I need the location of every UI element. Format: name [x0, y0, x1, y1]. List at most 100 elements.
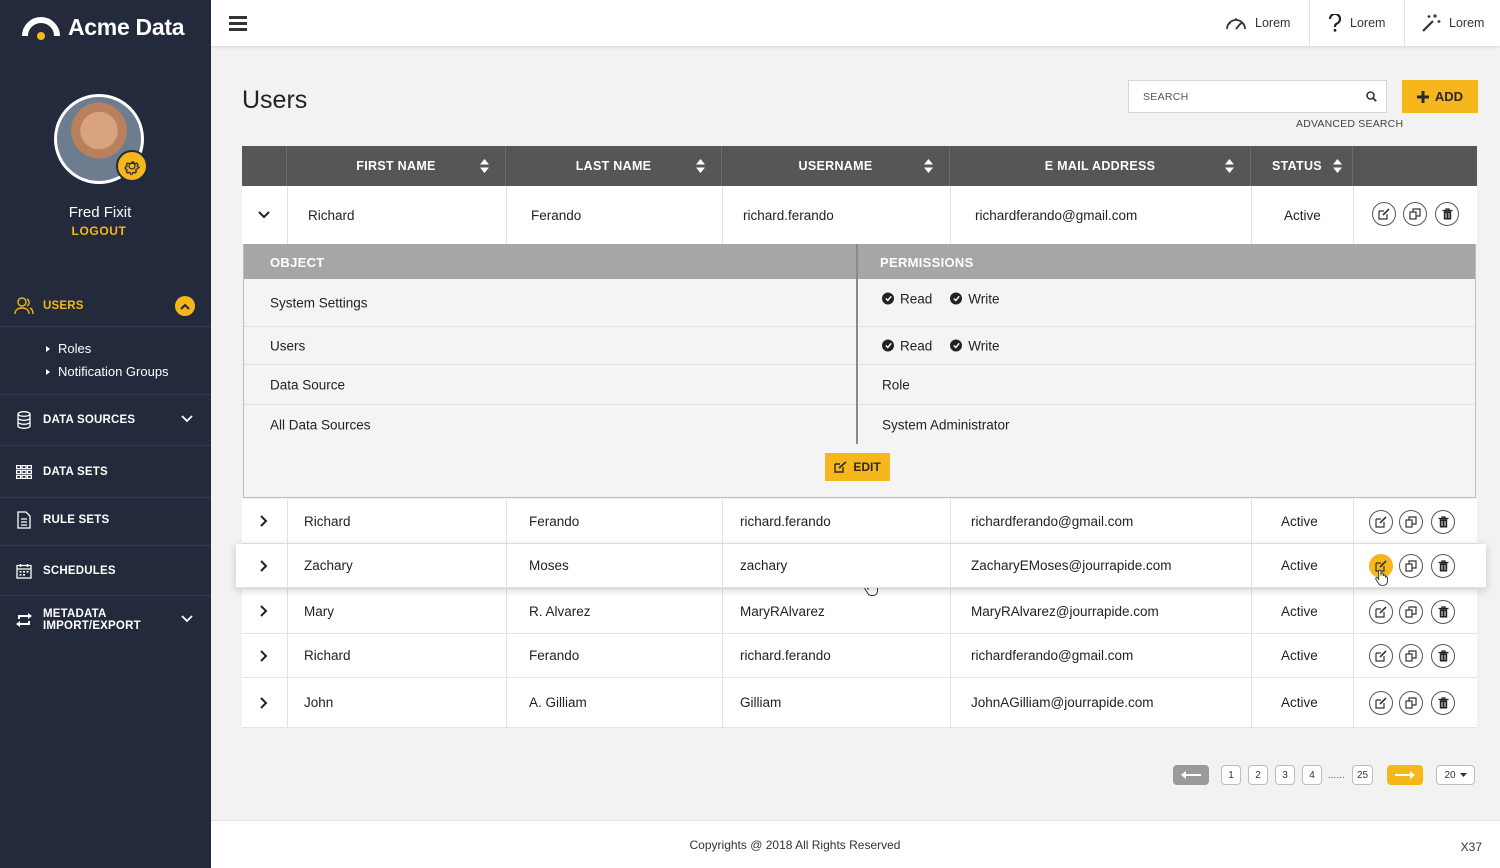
edit-row-button[interactable] [1372, 202, 1396, 226]
page-button[interactable]: 2 [1248, 765, 1268, 785]
cell-username: richard.ferando [740, 648, 831, 663]
search-input[interactable] [1143, 90, 1356, 103]
column-header-email[interactable]: E MAIL ADDRESS [950, 146, 1251, 186]
divider [0, 394, 211, 395]
table-row[interactable]: Richard Ferando richard.ferando richardfera… [242, 634, 1477, 678]
permission-label: Read [900, 338, 933, 353]
table-row-expanded[interactable]: Richard Ferando richard.ferando richardf… [242, 186, 1477, 244]
sidebar-item-data-sets[interactable]: DATA SETS [0, 461, 211, 483]
avatar[interactable] [54, 94, 148, 184]
check-circle-icon [882, 292, 894, 305]
column-header-first-name[interactable]: FIRST NAME [287, 146, 506, 186]
edit-row-button[interactable] [1369, 644, 1393, 668]
sidebar-item-data-sources[interactable]: DATA SOURCES [0, 409, 211, 431]
top-bar: Lorem Lorem Lorem [211, 0, 1500, 46]
table-row[interactable]: Mary R. Alvarez MaryRAlvarez MaryRAlvarez@j… [242, 589, 1477, 634]
add-user-button[interactable]: ADD [1402, 80, 1478, 113]
page-button[interactable]: 4 [1302, 765, 1322, 785]
column-header-last-name[interactable]: LAST NAME [506, 146, 722, 186]
topbar-button-help[interactable]: Lorem [1328, 0, 1385, 46]
advanced-search-link[interactable]: ADVANCED SEARCH [1296, 118, 1403, 130]
sort-icon[interactable] [696, 159, 705, 173]
delete-row-button[interactable] [1431, 644, 1455, 668]
sort-icon[interactable] [1225, 159, 1234, 173]
expand-row-toggle[interactable] [242, 634, 286, 677]
copy-row-button[interactable] [1399, 644, 1423, 668]
cell-username: Gilliam [740, 695, 782, 710]
copy-row-button[interactable] [1399, 599, 1423, 624]
delete-row-button[interactable] [1435, 202, 1459, 226]
column-header-username[interactable]: USERNAME [722, 146, 950, 186]
header-actions-column [1353, 146, 1477, 186]
delete-row-button[interactable] [1431, 554, 1455, 578]
caret-down-icon [1459, 773, 1467, 777]
copy-row-button[interactable] [1399, 509, 1423, 534]
cell-first-name: Richard [304, 648, 351, 663]
next-page-button[interactable] [1387, 765, 1423, 785]
settings-gear-icon[interactable] [116, 150, 148, 182]
table-row[interactable]: John A. Gilliam Gilliam JohnAGilliam@jourra… [242, 678, 1477, 728]
page-button[interactable]: 25 [1352, 765, 1373, 785]
per-page-select[interactable]: 20 [1436, 765, 1475, 785]
permission-row: Data Source Role [244, 365, 1475, 405]
caret-right-icon [46, 345, 50, 352]
app-logo[interactable]: Acme Data [22, 12, 184, 42]
page-button[interactable]: 1 [1221, 765, 1241, 785]
permissions-column-header: PERMISSIONS [880, 255, 974, 270]
sidebar-subitem-roles[interactable]: Roles [46, 341, 91, 356]
edit-icon [1375, 515, 1387, 528]
chevron-right-icon [260, 605, 268, 617]
trash-icon [1438, 697, 1448, 709]
copy-row-button[interactable] [1399, 554, 1423, 578]
object-column-header: OBJECT [270, 255, 325, 270]
expand-row-toggle[interactable] [242, 678, 286, 727]
table-row[interactable]: Zachary Moses zachary ZacharyEMoses@jourrap… [236, 544, 1486, 588]
question-icon [1328, 14, 1342, 32]
delete-row-button[interactable] [1431, 509, 1455, 534]
cell-first-name: Richard [308, 207, 355, 223]
search-icon[interactable] [1356, 91, 1386, 102]
subitem-label: Notification Groups [58, 364, 169, 379]
expand-row-toggle[interactable] [242, 589, 286, 633]
topbar-button-wizard[interactable]: Lorem [1421, 0, 1484, 46]
chevron-up-icon[interactable] [175, 296, 195, 316]
edit-row-button[interactable] [1369, 509, 1393, 534]
sort-icon[interactable] [480, 159, 489, 173]
sidebar-item-schedules[interactable]: SCHEDULES [0, 560, 211, 582]
sidebar-item-users[interactable]: USERS [0, 296, 211, 316]
table-row[interactable]: Richard Ferando richard.ferando richardfera… [242, 499, 1477, 544]
sort-icon[interactable] [1333, 159, 1342, 173]
cell-email: richardferando@gmail.com [971, 513, 1134, 529]
expand-row-toggle[interactable] [242, 499, 286, 543]
permission-values: Read Write [882, 338, 1000, 353]
trash-icon [1438, 605, 1448, 617]
hamburger-menu-icon[interactable] [229, 16, 247, 31]
previous-page-button[interactable] [1173, 765, 1209, 785]
cell-last-name: Moses [529, 558, 569, 573]
topbar-button-dashboard[interactable]: Lorem [1225, 0, 1290, 46]
copy-icon [1409, 208, 1421, 220]
copy-row-button[interactable] [1403, 202, 1427, 226]
copy-icon [1405, 697, 1417, 709]
cell-email: JohnAGilliam@jourrapide.com [971, 695, 1154, 710]
edit-row-button[interactable] [1369, 599, 1393, 624]
sidebar-item-label: USERS [43, 300, 84, 312]
document-icon [14, 510, 34, 530]
per-page-value: 20 [1444, 769, 1456, 781]
column-header-status[interactable]: STATUS [1251, 146, 1353, 186]
sort-icon[interactable] [924, 159, 933, 173]
logout-link[interactable]: LOGOUT [0, 224, 198, 238]
permission-label: Read [900, 291, 933, 306]
expand-row-toggle[interactable] [242, 544, 286, 587]
sidebar-item-rule-sets[interactable]: RULE SETS [0, 509, 211, 531]
collapse-row-toggle[interactable] [242, 186, 286, 244]
grid-icon [14, 462, 34, 482]
edit-row-button[interactable] [1369, 691, 1393, 715]
sidebar-subitem-notification-groups[interactable]: Notification Groups [46, 364, 169, 379]
copy-row-button[interactable] [1399, 691, 1423, 715]
page-button[interactable]: 3 [1275, 765, 1295, 785]
edit-permissions-button[interactable]: EDIT [825, 453, 890, 481]
delete-row-button[interactable] [1431, 599, 1455, 624]
delete-row-button[interactable] [1431, 691, 1455, 715]
sidebar-item-metadata-import-export[interactable]: METADATA IMPORT/EXPORT [0, 606, 211, 634]
